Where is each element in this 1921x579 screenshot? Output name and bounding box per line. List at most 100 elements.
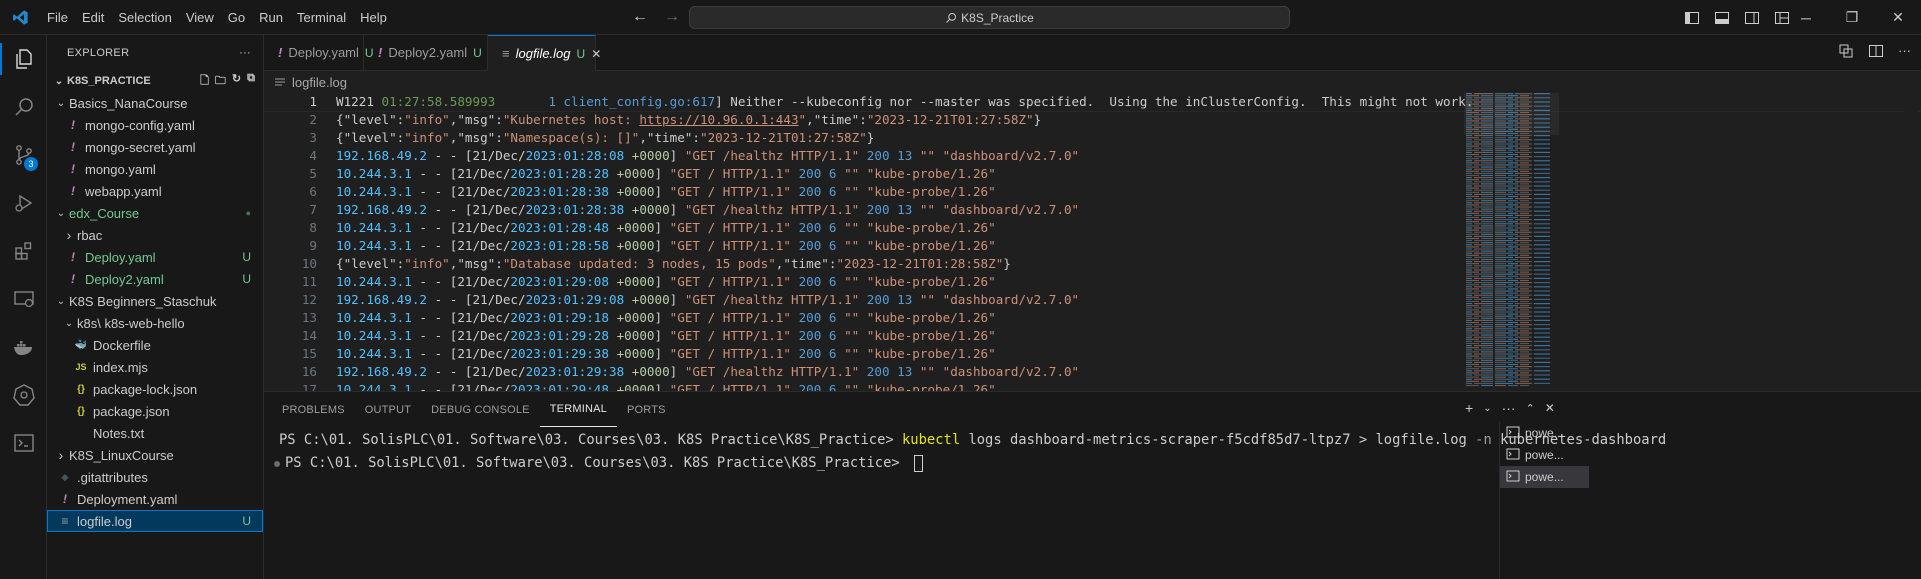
more-panel-actions-icon[interactable]: ··· [1502, 400, 1516, 416]
tree-folder[interactable]: ⌄ K8S Beginners_Staschuk [47, 290, 263, 312]
token: - - [ [427, 364, 473, 379]
token: 21/Dec/ [472, 292, 526, 307]
tree-file[interactable]: Notes.txt [47, 422, 263, 444]
yaml-file-icon: ! [71, 118, 75, 132]
chevron-down-icon: ⌄ [56, 295, 66, 307]
editor-scrollbar[interactable] [1904, 93, 1918, 391]
tree-file[interactable]: ! mongo-config.yaml [47, 114, 263, 136]
token: ] [654, 166, 670, 181]
collapse-all-icon[interactable]: ⧉ [247, 72, 255, 91]
menu-file[interactable]: File [40, 0, 75, 35]
terminal-instance[interactable]: powe... [1500, 444, 1589, 466]
tree-file[interactable]: JS index.mjs [47, 356, 263, 378]
tree-item-label: K8S_LinuxCourse [69, 447, 174, 463]
menu-edit[interactable]: Edit [75, 0, 111, 35]
panel-tab-ports[interactable]: PORTS [617, 392, 676, 427]
terminal[interactable]: PS C:\01. SolisPLC\01. Software\03. Cour… [264, 429, 1666, 579]
panel-tab-debug-console[interactable]: DEBUG CONSOLE [421, 392, 540, 427]
docker-icon[interactable] [0, 323, 47, 371]
token: "GET / HTTP/1.1" [669, 346, 791, 361]
panel-tab-terminal[interactable]: TERMINAL [539, 392, 617, 427]
run-debug-icon[interactable] [0, 179, 47, 227]
more-editor-actions-icon[interactable]: ··· [1898, 43, 1911, 62]
line-number: 2 [309, 112, 317, 127]
new-file-icon[interactable]: 🗋 [200, 72, 209, 91]
tree-folder[interactable]: ⌄ Basics_NanaCourse [47, 92, 263, 114]
tree-file[interactable]: ! Deploy.yaml U [47, 246, 263, 268]
tree-file[interactable]: 🐳 Dockerfile [47, 334, 263, 356]
tree-file[interactable]: {} package.json [47, 400, 263, 422]
search-icon[interactable] [0, 83, 47, 131]
tree-folder[interactable]: › K8S_LinuxCourse [47, 444, 263, 466]
token: +0000 [608, 166, 655, 181]
token: "" "kube-probe/1.26" [844, 346, 996, 361]
source-control-badge: 3 [24, 157, 38, 171]
menu-terminal[interactable]: Terminal [290, 0, 353, 35]
line-number: 10 [301, 256, 317, 271]
command-decoration-icon[interactable] [274, 460, 280, 467]
new-terminal-icon[interactable]: + [1465, 400, 1473, 416]
token: 192.168.49.2 [336, 148, 427, 163]
toggle-primary-sidebar-icon[interactable] [1682, 8, 1702, 28]
split-editor-icon[interactable] [1868, 43, 1884, 62]
maximize-panel-icon[interactable]: ⌃ [1526, 402, 1535, 415]
tree-file[interactable]: {} package-lock.json [47, 378, 263, 400]
minimap[interactable] [1464, 93, 1559, 391]
menu-help[interactable]: Help [353, 0, 394, 35]
close-panel-icon[interactable]: ✕ [1545, 401, 1555, 415]
terminal-instance[interactable]: powe... [1500, 422, 1589, 444]
terminal-icon[interactable] [0, 419, 47, 467]
minimize-icon[interactable]: ─ [1783, 0, 1829, 35]
token: 2023:01:29:08 [525, 292, 625, 307]
explorer-icon[interactable] [0, 35, 47, 83]
back-arrow-icon[interactable]: ← [632, 8, 648, 26]
menu-view[interactable]: View [179, 0, 221, 35]
tab-logfile-log[interactable]: ≡ logfile.log U ✕ [488, 35, 601, 71]
panel-tab-problems[interactable]: PROBLEMS [272, 392, 355, 427]
toggle-panel-icon[interactable] [1712, 8, 1732, 28]
panel-tab-output[interactable]: OUTPUT [355, 392, 421, 427]
tree-folder[interactable]: › rbac [47, 224, 263, 246]
new-folder-icon[interactable]: 🗀 [215, 72, 226, 91]
tree-file[interactable]: ! mongo-secret.yaml [47, 136, 263, 158]
kubernetes-icon[interactable] [0, 371, 47, 419]
menu-selection[interactable]: Selection [111, 0, 178, 35]
terminal-prompt: PS C:\01. SolisPLC\01. Software\03. Cour… [279, 432, 902, 448]
tree-folder[interactable]: ⌄ k8s\ k8s-web-hello [47, 312, 263, 334]
token: "" "dashboard/v2.7.0" [919, 148, 1080, 163]
tab-deploy2-yaml[interactable]: ! Deploy2.yaml U [364, 35, 488, 70]
tree-file[interactable]: ! Deployment.yaml [47, 488, 263, 510]
tree-file[interactable]: ! webapp.yaml [47, 180, 263, 202]
extensions-icon[interactable] [0, 227, 47, 275]
forward-arrow-icon[interactable]: → [664, 8, 680, 26]
refresh-icon[interactable]: ↻ [232, 72, 241, 91]
tree-folder[interactable]: ⌄ edx_Course ● [47, 202, 263, 224]
close-icon[interactable]: ✕ [1875, 0, 1921, 35]
restore-icon[interactable]: ❐ [1829, 0, 1875, 35]
token: +0000 [624, 364, 670, 379]
more-actions-icon[interactable]: ··· [239, 47, 251, 59]
tree-file[interactable]: ◆ .gitattributes [47, 466, 263, 488]
tab-deploy-yaml[interactable]: ! Deploy.yaml U [264, 35, 374, 70]
code-editor[interactable]: 1 W1221 01:27:58.589993 1 client_config.g… [264, 93, 1921, 391]
terminal-instance[interactable]: powe... [1500, 466, 1589, 488]
menu-run[interactable]: Run [252, 0, 290, 35]
remote-explorer-icon[interactable] [0, 275, 47, 323]
tree-file[interactable]: ! Deploy2.yaml U [47, 268, 263, 290]
token: 2023:01:29:08 [510, 274, 609, 289]
menu-go[interactable]: Go [221, 0, 252, 35]
close-tab-icon[interactable]: ✕ [591, 47, 601, 61]
toggle-secondary-sidebar-icon[interactable] [1742, 8, 1762, 28]
explorer-header: EXPLORER ··· [47, 35, 263, 70]
command-center-search[interactable]: K8S_Practice [689, 6, 1290, 29]
tree-item-label: k8s\ k8s-web-hello [77, 315, 185, 331]
open-changes-icon[interactable] [1838, 43, 1854, 62]
tree-file[interactable]: ! mongo.yaml [47, 158, 263, 180]
terminal-dropdown-icon[interactable]: ⌄ [1483, 403, 1491, 414]
powershell-icon [1506, 447, 1520, 464]
breadcrumb-file[interactable]: logfile.log [292, 75, 347, 90]
source-control-icon[interactable]: 3 [0, 131, 47, 179]
tree-file[interactable]: ≡ logfile.log U [47, 510, 263, 532]
token: 200 6 [790, 346, 845, 361]
workspace-section-header[interactable]: ⌄ K8S_PRACTICE 🗋 🗀 ↻ ⧉ [47, 70, 263, 92]
